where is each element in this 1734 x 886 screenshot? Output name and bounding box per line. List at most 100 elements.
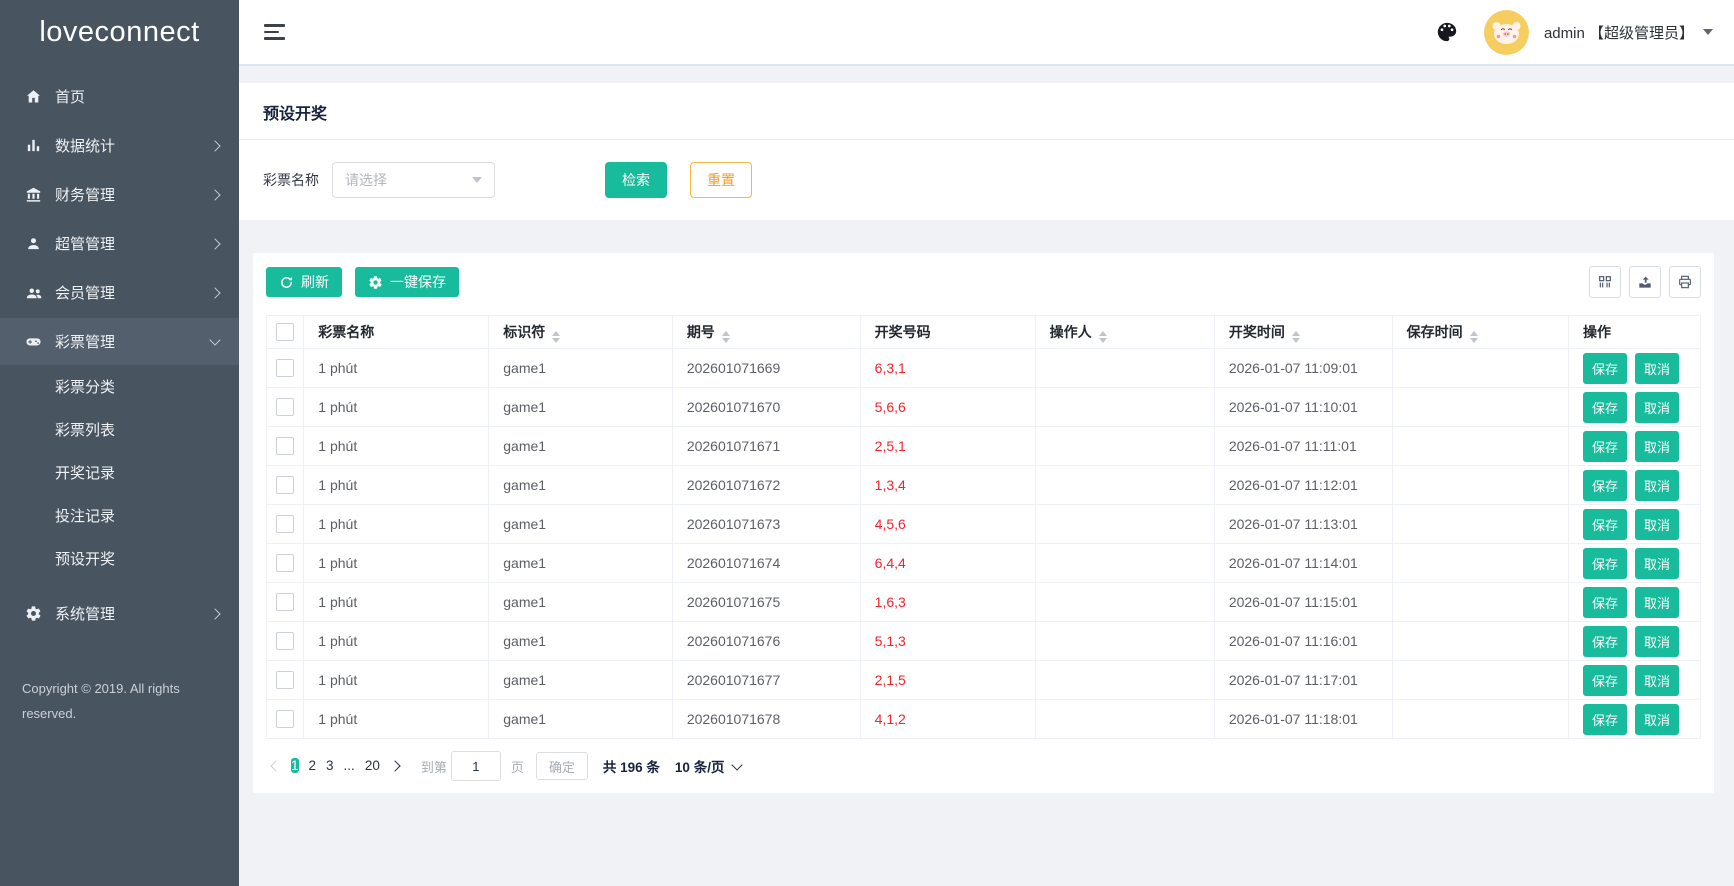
column-header-operator[interactable]: 操作人 — [1034, 315, 1215, 349]
row-save-button[interactable]: 保存 — [1583, 664, 1628, 696]
sidebar-item-label: 系统管理 — [55, 606, 116, 623]
row-cancel-button[interactable]: 取消 — [1635, 508, 1680, 540]
sidebar: loveconnect 首页 数据统计 财务管理 超管管理 会员管理 彩票管理 彩票分类 彩票… — [0, 0, 239, 886]
row-save-button[interactable]: 保存 — [1583, 625, 1628, 657]
columns-icon[interactable] — [1589, 266, 1621, 298]
row-save-button[interactable]: 保存 — [1583, 547, 1628, 579]
goto-page-input[interactable] — [450, 751, 501, 781]
row-cancel-button[interactable]: 取消 — [1635, 430, 1680, 462]
row-cancel-button[interactable]: 取消 — [1635, 625, 1680, 657]
row-checkbox[interactable] — [276, 476, 295, 495]
save-all-button[interactable]: 一键保存 — [355, 267, 459, 297]
sidebar-item-stats[interactable]: 数据统计 — [0, 121, 239, 170]
column-header-name: 彩票名称 — [303, 315, 490, 349]
sort-icon[interactable] — [1469, 330, 1478, 343]
refresh-button[interactable]: 刷新 — [266, 267, 342, 297]
column-header-numbers: 开奖号码 — [859, 315, 1036, 349]
goto-label: 到第 — [420, 759, 447, 775]
hamburger-menu-icon[interactable] — [260, 18, 289, 46]
column-header-save_time[interactable]: 保存时间 — [1391, 315, 1570, 349]
sort-icon[interactable] — [721, 330, 730, 343]
row-checkbox[interactable] — [276, 632, 295, 651]
sidebar-item-home[interactable]: 首页 — [0, 72, 239, 121]
sidebar-item-member[interactable]: 会员管理 — [0, 268, 239, 317]
cell-code: game1 — [488, 582, 673, 622]
row-save-button[interactable]: 保存 — [1583, 508, 1628, 540]
sidebar-item-finance[interactable]: 财务管理 — [0, 170, 239, 219]
row-checkbox[interactable] — [276, 554, 295, 573]
sidebar-subitem-bet-records[interactable]: 投注记录 — [0, 495, 239, 538]
page-number-1[interactable]: 1 — [291, 758, 299, 773]
sort-icon[interactable] — [1291, 330, 1300, 343]
row-checkbox[interactable] — [276, 359, 295, 378]
row-save-button[interactable]: 保存 — [1583, 703, 1628, 735]
cell-numbers: 6,3,1 — [859, 348, 1036, 388]
sidebar-subitem-preset-draw[interactable]: 预设开奖 — [0, 538, 239, 581]
page-number-3[interactable]: 3 — [326, 758, 334, 773]
table-row: 1 phút game1 202601071671 2,5,1 2026-01-07 1… — [265, 426, 1701, 466]
cell-name: 1 phút — [303, 621, 490, 661]
row-cancel-button[interactable]: 取消 — [1635, 703, 1680, 735]
cell-name: 1 phút — [303, 348, 490, 388]
row-save-button[interactable]: 保存 — [1583, 586, 1628, 618]
page-number-20[interactable]: 20 — [365, 758, 380, 773]
table-row: 1 phút game1 202601071670 5,6,6 2026-01-07 1… — [265, 387, 1701, 427]
row-save-button[interactable]: 保存 — [1583, 391, 1628, 423]
bar-chart-icon — [23, 137, 44, 154]
row-checkbox[interactable] — [276, 671, 295, 690]
page-number-2[interactable]: 2 — [309, 758, 317, 773]
row-cancel-button[interactable]: 取消 — [1635, 586, 1680, 618]
avatar[interactable] — [1483, 9, 1529, 55]
lottery-name-select[interactable]: 请选择 — [332, 162, 495, 198]
row-checkbox[interactable] — [276, 710, 295, 729]
cell-name: 1 phút — [303, 504, 490, 544]
cell-numbers: 1,6,3 — [859, 582, 1036, 622]
cell-name: 1 phút — [303, 387, 490, 427]
select-placeholder: 请选择 — [345, 172, 387, 188]
row-cancel-button[interactable]: 取消 — [1635, 547, 1680, 579]
row-checkbox[interactable] — [276, 593, 295, 612]
sort-icon[interactable] — [1098, 330, 1107, 343]
sidebar-item-lottery[interactable]: 彩票管理 — [0, 317, 239, 366]
row-checkbox[interactable] — [276, 515, 295, 534]
row-save-button[interactable]: 保存 — [1583, 430, 1628, 462]
cell-actions: 保存 取消 — [1568, 387, 1701, 427]
cell-numbers: 5,1,3 — [859, 621, 1036, 661]
table-row: 1 phút game1 202601071673 4,5,6 2026-01-07 1… — [265, 504, 1701, 544]
print-icon[interactable] — [1669, 266, 1701, 298]
reset-button[interactable]: 重置 — [690, 162, 752, 198]
copyright: Copyright © 2019. All rights reserved. — [22, 681, 180, 722]
cell-issue: 202601071669 — [671, 348, 861, 388]
row-cancel-button[interactable]: 取消 — [1635, 469, 1680, 501]
sidebar-subitem-draw-records[interactable]: 开奖记录 — [0, 452, 239, 495]
cell-code: game1 — [488, 621, 673, 661]
home-icon — [23, 88, 44, 105]
row-cancel-button[interactable]: 取消 — [1635, 391, 1680, 423]
column-header-issue[interactable]: 期号 — [671, 315, 861, 349]
theme-palette-icon[interactable] — [1436, 21, 1458, 43]
gamepad-icon — [23, 332, 44, 351]
select-all-checkbox[interactable] — [276, 323, 295, 342]
row-cancel-button[interactable]: 取消 — [1635, 664, 1680, 696]
row-save-button[interactable]: 保存 — [1583, 469, 1628, 501]
users-icon — [23, 284, 44, 302]
row-checkbox[interactable] — [276, 398, 295, 417]
sidebar-subitem-lottery-list[interactable]: 彩票列表 — [0, 409, 239, 452]
column-header-code[interactable]: 标识符 — [488, 315, 673, 349]
user-menu[interactable]: admin 【超级管理员】 — [1544, 22, 1713, 43]
search-button[interactable]: 检索 — [605, 162, 667, 198]
row-checkbox[interactable] — [276, 437, 295, 456]
cell-issue: 202601071678 — [671, 699, 861, 739]
row-cancel-button[interactable]: 取消 — [1635, 352, 1680, 384]
prev-page-icon[interactable] — [266, 753, 286, 779]
page-size-select[interactable]: 10 条/页 — [675, 756, 744, 776]
sidebar-subitem-lottery-category[interactable]: 彩票分类 — [0, 366, 239, 409]
export-icon[interactable] — [1629, 266, 1661, 298]
sidebar-item-super-admin[interactable]: 超管管理 — [0, 219, 239, 268]
sidebar-item-system[interactable]: 系统管理 — [0, 589, 239, 638]
row-save-button[interactable]: 保存 — [1583, 352, 1628, 384]
confirm-button[interactable]: 确定 — [535, 752, 588, 780]
column-header-draw_time[interactable]: 开奖时间 — [1213, 315, 1393, 349]
next-page-icon[interactable] — [385, 753, 405, 779]
sort-icon[interactable] — [552, 330, 561, 343]
